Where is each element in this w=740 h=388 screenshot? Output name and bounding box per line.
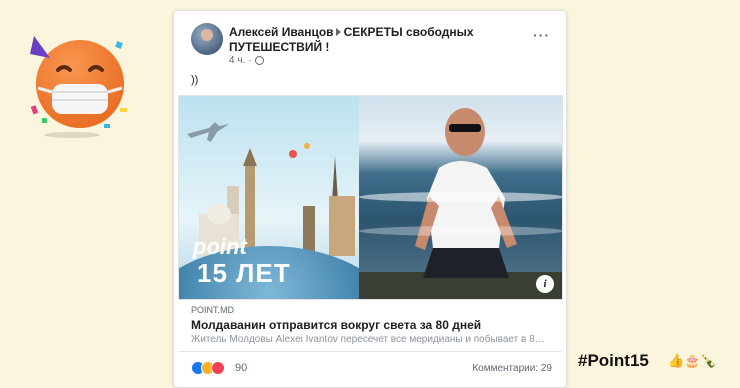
post-meta: 4 ч. · [229, 55, 264, 66]
post-header: Алексей Иванцов СЕКРЕТЫ свободных ПУТЕШЕС… [191, 23, 554, 69]
wave [359, 226, 562, 236]
facebook-post-card: Алексей Иванцов СЕКРЕТЫ свободных ПУТЕШЕС… [173, 10, 567, 388]
author-name[interactable]: Алексей Иванцов [229, 25, 334, 39]
post-author-line: Алексей Иванцов СЕКРЕТЫ свободных ПУТЕШЕС… [229, 25, 529, 55]
meta-separator: · [248, 55, 252, 66]
anniversary-text: 15 ЛЕТ [197, 258, 291, 288]
post-text: )) [191, 74, 199, 86]
avatar[interactable] [191, 23, 223, 55]
arrow-right-icon [335, 28, 341, 36]
hashtag-emoji: 👍🎂🍾 [668, 353, 717, 368]
emoji-shadow [44, 132, 100, 138]
divider [178, 351, 562, 352]
link-description: Житель Молдовы Alexei Ivantov пересечет … [191, 334, 546, 345]
photo-man-at-sea [359, 96, 562, 299]
link-title[interactable]: Молдаванин отправится вокруг света за 80… [191, 318, 551, 332]
more-options-button[interactable]: ··· [533, 27, 550, 43]
reactions-count: 90 [235, 362, 248, 374]
party-mask-emoji-icon [30, 36, 127, 128]
reactions-summary[interactable]: 90 [191, 361, 247, 375]
info-icon[interactable]: i [536, 275, 554, 293]
link-preview-image[interactable]: point 15 ЛЕТ i [178, 95, 563, 300]
link-domain: POINT.MD [191, 305, 235, 315]
globe-icon [254, 56, 264, 65]
comments-count-link[interactable]: Комментарии: 29 [472, 363, 552, 374]
hashtag-caption: #Point15 [578, 351, 649, 370]
wave [359, 192, 562, 202]
post-time[interactable]: 4 ч. [229, 55, 245, 66]
collage-image: point 15 ЛЕТ [179, 96, 399, 299]
point-logo-text: point [193, 234, 247, 259]
love-reaction-icon [211, 361, 225, 375]
